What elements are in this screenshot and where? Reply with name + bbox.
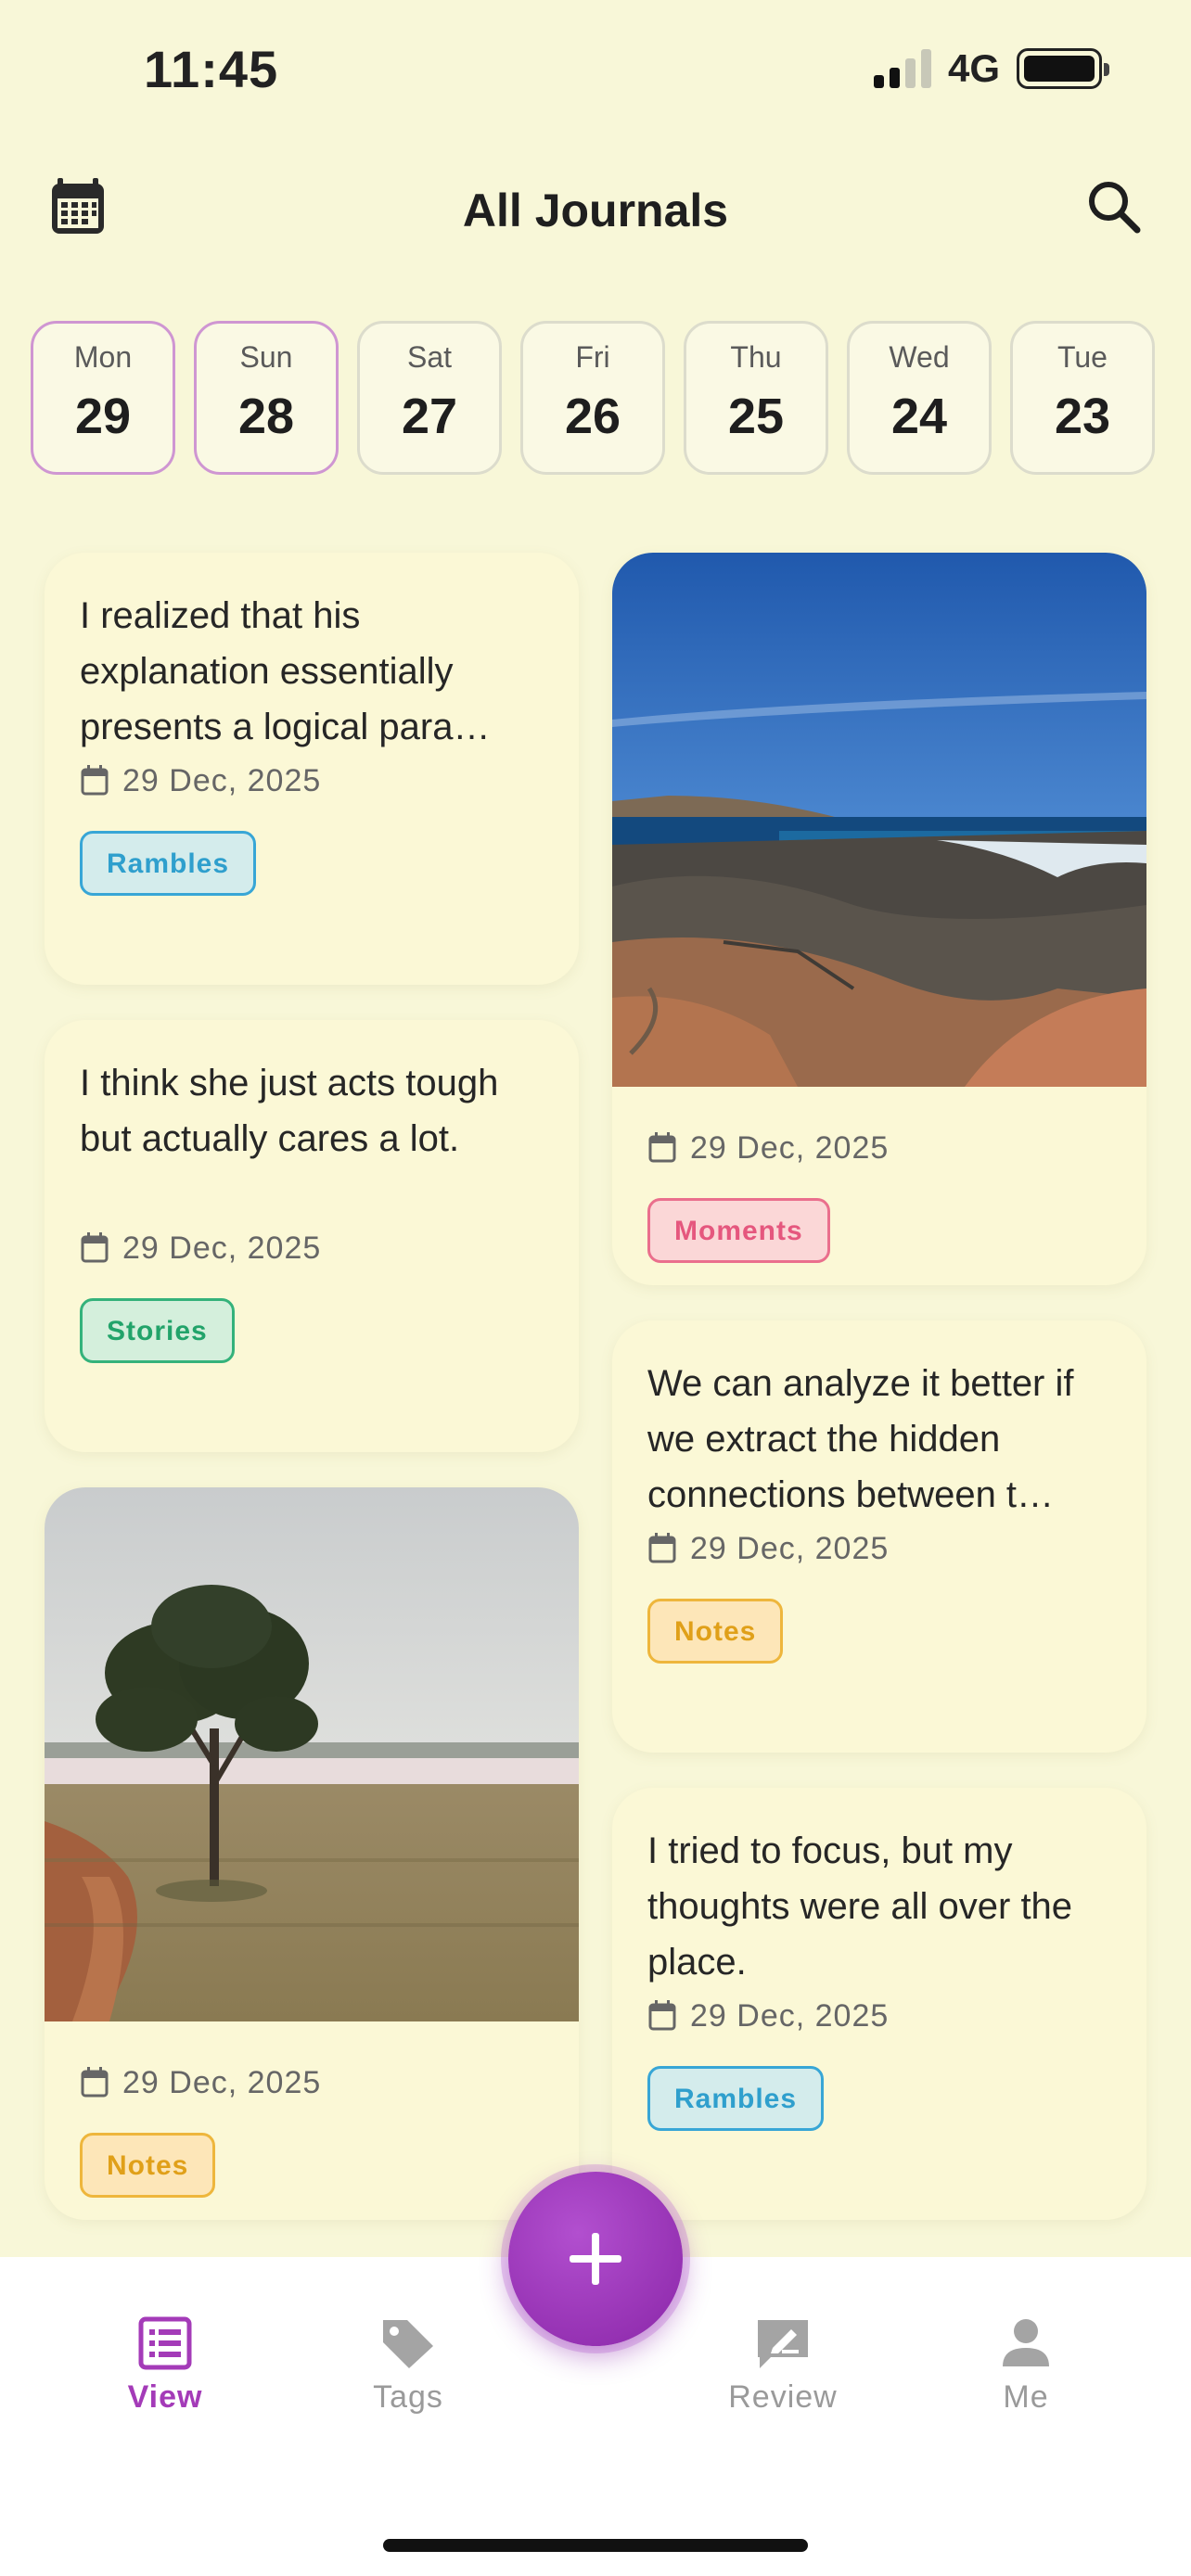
day-chip[interactable]: Mon 29: [31, 321, 175, 475]
journal-feed: I realized that his explanation essentia…: [45, 553, 1146, 2250]
entry-date: 29 Dec, 2025: [612, 1523, 1146, 1575]
review-icon: [758, 2320, 808, 2368]
calendar-small-icon: [648, 1132, 676, 1163]
day-chip[interactable]: Tue 23: [1010, 321, 1155, 475]
status-time: 11:45: [144, 40, 279, 98]
day-strip: Mon 29 Sun 28 Sat 27 Fri 26 Thu 25 Wed 24 Tue 2…: [31, 321, 1155, 475]
calendar-small-icon: [81, 1232, 109, 1263]
tag-badge[interactable]: Notes: [647, 1599, 784, 1664]
tag-badge[interactable]: Moments: [647, 1198, 830, 1263]
journal-card[interactable]: We can analyze it better if we extract t…: [612, 1320, 1146, 1753]
tag-badge[interactable]: Notes: [80, 2133, 216, 2198]
day-chip[interactable]: Sat 27: [357, 321, 502, 475]
entry-photo-coast: [612, 553, 1146, 1087]
tab-review[interactable]: Review: [709, 2316, 857, 2416]
day-chip[interactable]: Sun 28: [194, 321, 339, 475]
journal-card[interactable]: I tried to focus, but my thoughts were a…: [612, 1788, 1146, 2220]
plus-icon: [570, 2233, 621, 2285]
calendar-small-icon: [648, 2000, 676, 2031]
journal-card[interactable]: 29 Dec, 2025 Moments: [612, 553, 1146, 1285]
journal-card[interactable]: I think she just acts tough but actually…: [45, 1020, 579, 1452]
entry-date: 29 Dec, 2025: [45, 1222, 579, 1274]
journal-card[interactable]: I realized that his explanation essentia…: [45, 553, 579, 985]
entry-text: I think she just acts tough but actually…: [80, 1063, 499, 1159]
entry-text: I tried to focus, but my thoughts were a…: [647, 1830, 1073, 1983]
tag-icon: [383, 2320, 433, 2368]
entry-date: 29 Dec, 2025: [45, 2057, 579, 2109]
network-label: 4G: [947, 46, 1000, 90]
person-icon: [1003, 2319, 1049, 2366]
entry-text: I realized that his explanation essentia…: [80, 595, 491, 747]
tag-badge[interactable]: Stories: [80, 1298, 235, 1363]
tab-me[interactable]: Me: [952, 2316, 1100, 2416]
calendar-small-icon: [81, 765, 109, 796]
day-chip[interactable]: Wed 24: [847, 321, 992, 475]
status-indicators: 4G: [873, 46, 1109, 91]
page-title: All Journals: [462, 185, 729, 236]
journal-card[interactable]: 29 Dec, 2025 Notes: [45, 1487, 579, 2220]
tab-tags[interactable]: Tags: [334, 2316, 482, 2416]
list-icon: [138, 2316, 192, 2370]
tab-view[interactable]: View: [91, 2316, 239, 2416]
tag-badge[interactable]: Rambles: [647, 2066, 825, 2131]
calendar-small-icon: [81, 2067, 109, 2098]
home-indicator: [383, 2539, 808, 2552]
battery-icon: [1017, 48, 1109, 89]
entry-text: We can analyze it better if we extract t…: [647, 1363, 1074, 1515]
day-chip[interactable]: Thu 25: [684, 321, 828, 475]
calendar-small-icon: [648, 1533, 676, 1563]
entry-date: 29 Dec, 2025: [612, 1990, 1146, 2042]
add-entry-button[interactable]: [508, 2172, 683, 2346]
entry-photo-tree: [45, 1487, 579, 2021]
tag-badge[interactable]: Rambles: [80, 831, 257, 896]
signal-icon: [873, 49, 931, 88]
entry-date: 29 Dec, 2025: [45, 755, 579, 807]
app-header: All Journals: [0, 158, 1191, 260]
entry-date: 29 Dec, 2025: [612, 1122, 1146, 1174]
day-chip[interactable]: Fri 26: [520, 321, 665, 475]
search-icon[interactable]: [1085, 178, 1143, 236]
status-bar: 11:45 4G: [0, 0, 1191, 139]
